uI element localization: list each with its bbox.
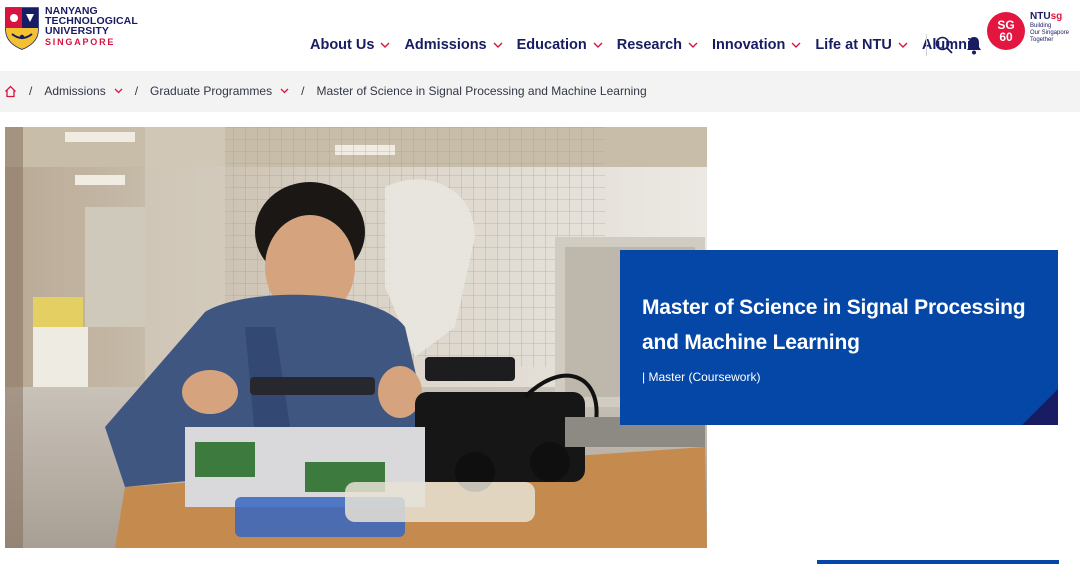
ntu-crest-icon: [5, 7, 39, 50]
breadcrumb-label: Graduate Programmes: [150, 84, 273, 98]
sg60-badge[interactable]: SG 60: [987, 12, 1025, 50]
breadcrumb-item-current: Master of Science in Signal Processing a…: [316, 84, 646, 98]
page-title: Master of Science in Signal Processing a…: [642, 296, 1026, 354]
search-icon[interactable]: [935, 36, 953, 54]
breadcrumb-separator: /: [29, 84, 33, 98]
hero-photo-illustration: [5, 127, 707, 548]
nav-item-innovation[interactable]: Innovation: [712, 37, 801, 53]
programme-title-card: Master of Science in Signal Processing a…: [620, 250, 1058, 425]
breadcrumb-label: Admissions: [44, 84, 106, 98]
programme-type-label: | Master (Coursework): [642, 370, 761, 384]
ntusg-tagline-3: Together: [1030, 37, 1054, 43]
breadcrumb: / Admissions / Graduate Programmes / Mas…: [0, 71, 1080, 112]
home-icon[interactable]: [4, 85, 17, 98]
nav-divider: [926, 34, 927, 56]
chevron-down-icon: [898, 42, 908, 48]
ntusg-brand-sg: sg: [1050, 11, 1063, 22]
next-section-bar: [817, 560, 1059, 564]
chevron-down-icon: [114, 88, 123, 94]
nav-item-research[interactable]: Research: [617, 37, 698, 53]
chevron-down-icon: [791, 42, 801, 48]
sg60-badge-bottom: 60: [999, 30, 1013, 44]
ntusg-tagline-1: Building: [1030, 23, 1052, 29]
nav-item-label: About Us: [310, 37, 375, 53]
breadcrumb-item-graduate-programmes[interactable]: Graduate Programmes: [150, 84, 289, 98]
logo-line-4: SINGAPORE: [45, 37, 116, 47]
nav-item-label: Admissions: [404, 37, 487, 53]
nav-item-about-us[interactable]: About Us: [310, 37, 390, 53]
nav-item-admissions[interactable]: Admissions: [404, 37, 503, 53]
nav-item-label: Education: [516, 37, 587, 53]
site-header: NANYANG TECHNOLOGICAL UNIVERSITY SINGAPO…: [0, 0, 1080, 70]
bell-icon[interactable]: [965, 35, 983, 55]
breadcrumb-item-admissions[interactable]: Admissions: [44, 84, 123, 98]
chevron-down-icon: [493, 42, 503, 48]
chevron-down-icon: [280, 88, 289, 94]
breadcrumb-label: Master of Science in Signal Processing a…: [316, 84, 647, 98]
nav-item-life-at-ntu[interactable]: Life at NTU: [815, 37, 908, 53]
logo-line-3: UNIVERSITY: [45, 25, 110, 37]
ntusg-brand[interactable]: NTUsg Building Our Singapore Together: [1030, 11, 1070, 44]
ntusg-tagline-2: Our Singapore: [1030, 30, 1070, 36]
ntusg-brand-ntu: NTU: [1030, 11, 1051, 22]
breadcrumb-separator: /: [301, 84, 305, 98]
card-corner-fold: [1022, 389, 1058, 425]
chevron-down-icon: [380, 42, 390, 48]
nav-item-education[interactable]: Education: [517, 37, 603, 53]
chevron-down-icon: [593, 42, 603, 48]
hero-image: [5, 127, 707, 548]
nav-item-label: Research: [616, 37, 683, 53]
main-nav: About Us Admissions Education Research I…: [310, 36, 971, 54]
ntu-logo[interactable]: NANYANG TECHNOLOGICAL UNIVERSITY SINGAPO…: [4, 6, 138, 50]
nav-item-label: Life at NTU: [815, 37, 892, 53]
chevron-down-icon: [688, 42, 698, 48]
nav-item-label: Innovation: [712, 37, 786, 53]
breadcrumb-separator: /: [134, 84, 139, 98]
